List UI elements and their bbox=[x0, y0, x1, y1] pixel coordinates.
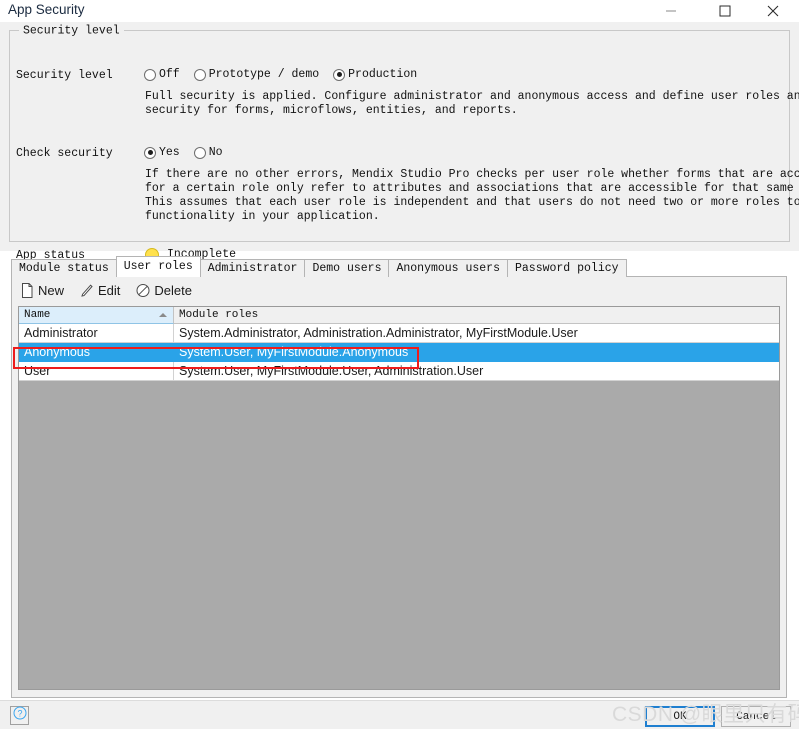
cell-module-roles: System.User, MyFirstModule.Anonymous bbox=[174, 343, 779, 362]
table-row[interactable]: Anonymous System.User, MyFirstModule.Ano… bbox=[19, 343, 779, 362]
edit-button[interactable]: Edit bbox=[78, 282, 122, 299]
tab-password-policy[interactable]: Password policy bbox=[507, 259, 627, 277]
radio-indicator-production bbox=[333, 68, 346, 81]
radio-indicator-yes bbox=[144, 146, 156, 159]
user-roles-grid[interactable]: Name Module roles Administrator System.A… bbox=[18, 306, 780, 690]
radio-indicator-off bbox=[144, 68, 156, 81]
grid-column-header-module-roles[interactable]: Module roles bbox=[174, 307, 779, 324]
new-button[interactable]: New bbox=[18, 282, 66, 299]
radio-label-production: Production bbox=[348, 68, 418, 81]
grid-column-header-name-label: Name bbox=[24, 309, 51, 321]
security-level-description: Full security is applied. Configure admi… bbox=[145, 90, 799, 117]
edit-button-label: Edit bbox=[98, 283, 121, 298]
cell-name: User bbox=[19, 362, 174, 381]
cell-module-roles: System.Administrator, Administration.Adm… bbox=[174, 324, 779, 343]
radio-check-security-yes[interactable]: Yes bbox=[144, 146, 180, 159]
cell-name: Administrator bbox=[19, 324, 174, 343]
dialog-footer: ? OK Cancel bbox=[0, 700, 799, 729]
ok-button[interactable]: OK bbox=[645, 706, 715, 727]
radio-security-level-prototype[interactable]: Prototype / demo bbox=[193, 68, 320, 81]
svg-text:?: ? bbox=[17, 708, 22, 718]
maximize-button[interactable] bbox=[705, 0, 745, 21]
radio-label-off: Off bbox=[159, 68, 180, 81]
delete-prohibition-icon bbox=[136, 283, 150, 298]
radio-security-level-production[interactable]: Production bbox=[333, 68, 417, 81]
radio-label-prototype: Prototype / demo bbox=[208, 68, 320, 81]
radio-label-no: No bbox=[208, 146, 223, 159]
grid-toolbar: New Edit Delete bbox=[18, 282, 194, 299]
radio-indicator-no bbox=[193, 146, 206, 159]
tab-anonymous-users[interactable]: Anonymous users bbox=[388, 259, 508, 277]
grid-header-row: Name Module roles bbox=[19, 307, 779, 324]
radio-label-yes: Yes bbox=[159, 146, 180, 159]
pencil-icon bbox=[80, 283, 94, 298]
security-level-radio-group[interactable]: Off Prototype / demo Production bbox=[144, 68, 417, 81]
window-title: App Security bbox=[8, 2, 85, 17]
table-row[interactable]: Administrator System.Administrator, Admi… bbox=[19, 324, 779, 343]
radio-check-security-no[interactable]: No bbox=[193, 146, 223, 159]
radio-security-level-off[interactable]: Off bbox=[144, 68, 180, 81]
check-security-description: If there are no other errors, Mendix Stu… bbox=[145, 168, 799, 223]
app-security-dialog: App Security Security level Security lev… bbox=[0, 0, 799, 729]
grid-column-header-module-roles-label: Module roles bbox=[179, 309, 259, 321]
title-bar: App Security bbox=[0, 0, 799, 22]
table-row[interactable]: User System.User, MyFirstModule.User, Ad… bbox=[19, 362, 779, 381]
new-document-icon bbox=[20, 283, 34, 298]
check-security-radio-group[interactable]: Yes No bbox=[144, 146, 223, 159]
tab-user-roles[interactable]: User roles bbox=[115, 256, 201, 277]
help-question-icon: ? bbox=[13, 706, 27, 725]
tab-administrator[interactable]: Administrator bbox=[199, 259, 306, 277]
close-button[interactable] bbox=[753, 0, 793, 21]
tab-strip: Module status User roles Administrator D… bbox=[11, 256, 627, 277]
check-security-label: Check security bbox=[16, 147, 113, 160]
security-level-label: Security level bbox=[16, 69, 113, 82]
tab-module-status[interactable]: Module status bbox=[11, 259, 117, 277]
help-button[interactable]: ? bbox=[10, 706, 29, 725]
delete-button[interactable]: Delete bbox=[134, 282, 194, 299]
radio-indicator-prototype bbox=[193, 68, 206, 81]
tab-demo-users[interactable]: Demo users bbox=[304, 259, 390, 277]
grid-column-header-name[interactable]: Name bbox=[19, 307, 174, 324]
cell-module-roles: System.User, MyFirstModule.User, Adminis… bbox=[174, 362, 779, 381]
fieldset-legend: Security level bbox=[19, 24, 124, 38]
delete-button-label: Delete bbox=[154, 283, 192, 298]
new-button-label: New bbox=[38, 283, 65, 298]
sort-ascending-icon bbox=[159, 313, 167, 317]
cell-name: Anonymous bbox=[19, 343, 174, 362]
security-settings-panel: Security level Security level Off Protot… bbox=[0, 22, 799, 262]
cancel-button[interactable]: Cancel bbox=[721, 706, 791, 727]
user-roles-panel: New Edit Delete Name Module roles Admini… bbox=[11, 276, 787, 698]
minimize-button[interactable] bbox=[651, 0, 691, 21]
